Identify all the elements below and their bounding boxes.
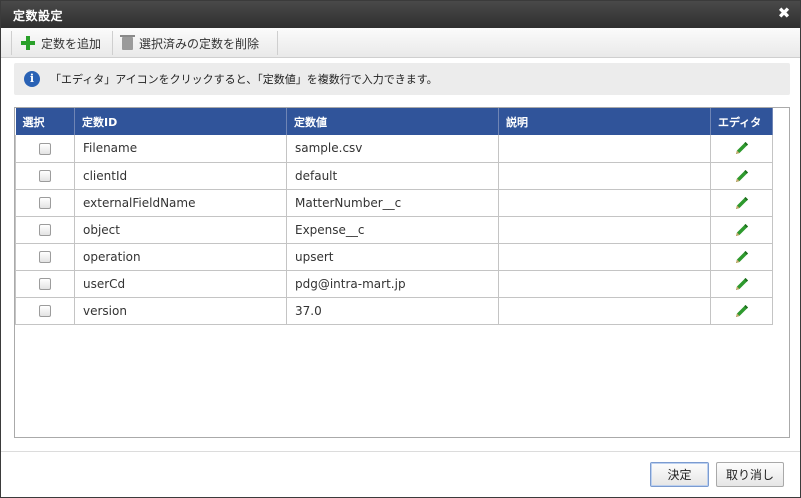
- select-cell: [15, 270, 75, 298]
- table-row[interactable]: externalFieldName MatterNumber__c: [15, 189, 773, 217]
- ok-button[interactable]: 決定: [650, 462, 709, 487]
- row-checkbox[interactable]: [39, 197, 51, 209]
- info-message: i 「エディタ」アイコンをクリックすると、「定数値」を複数行で入力できます。: [14, 63, 790, 95]
- constant-id-cell[interactable]: Filename: [74, 135, 287, 163]
- row-checkbox[interactable]: [39, 305, 51, 317]
- select-cell: [15, 189, 75, 217]
- dialog-title: 定数設定: [13, 9, 64, 23]
- description-cell[interactable]: [498, 270, 711, 298]
- column-header-select[interactable]: 選択: [15, 108, 75, 135]
- constant-id-cell[interactable]: version: [74, 297, 287, 325]
- constants-table: 選択 定数ID 定数値 説明 エディタ Filename sample.csv cl…: [15, 108, 773, 325]
- description-cell[interactable]: [498, 216, 711, 244]
- editor-cell: [710, 297, 773, 325]
- pencil-icon[interactable]: [734, 276, 750, 292]
- constant-value-cell[interactable]: upsert: [286, 243, 499, 271]
- constant-value-cell[interactable]: 37.0: [286, 297, 499, 325]
- constant-id-cell[interactable]: object: [74, 216, 287, 244]
- pencil-icon[interactable]: [734, 195, 750, 211]
- toolbar: 定数を追加 選択済みの定数を削除: [1, 28, 800, 58]
- dialog-titlebar[interactable]: 定数設定 ✖: [1, 1, 800, 28]
- dialog-footer: 決定 取り消し: [1, 451, 800, 497]
- table-header-row: 選択 定数ID 定数値 説明 エディタ: [15, 108, 773, 135]
- editor-cell: [710, 270, 773, 298]
- constant-value-cell[interactable]: Expense__c: [286, 216, 499, 244]
- description-cell[interactable]: [498, 135, 711, 163]
- row-checkbox[interactable]: [39, 142, 51, 155]
- constant-id-cell[interactable]: clientId: [74, 162, 287, 190]
- trash-icon: [120, 34, 135, 50]
- pencil-icon[interactable]: [734, 140, 750, 156]
- table-row[interactable]: Filename sample.csv: [15, 135, 773, 163]
- info-text: 「エディタ」アイコンをクリックすると、「定数値」を複数行で入力できます。: [50, 73, 438, 86]
- editor-cell: [710, 189, 773, 217]
- column-header-description[interactable]: 説明: [498, 108, 711, 135]
- constants-table-container[interactable]: 選択 定数ID 定数値 説明 エディタ Filename sample.csv cl…: [14, 107, 790, 438]
- pencil-icon[interactable]: [734, 249, 750, 265]
- table-row[interactable]: clientId default: [15, 162, 773, 190]
- constant-settings-dialog: 定数設定 ✖ 定数を追加 選択済みの定数を削除 i 「エディタ」アイコンをクリッ…: [0, 0, 801, 498]
- column-header-value[interactable]: 定数値: [286, 108, 499, 135]
- select-cell: [15, 243, 75, 271]
- editor-cell: [710, 243, 773, 271]
- pencil-icon[interactable]: [734, 222, 750, 238]
- description-cell[interactable]: [498, 189, 711, 217]
- editor-cell: [710, 162, 773, 190]
- pencil-icon[interactable]: [734, 303, 750, 319]
- add-constant-label: 定数を追加: [41, 36, 102, 51]
- constant-value-cell[interactable]: sample.csv: [286, 135, 499, 163]
- description-cell[interactable]: [498, 243, 711, 271]
- delete-selected-button[interactable]: 選択済みの定数を削除: [113, 31, 278, 55]
- constant-id-cell[interactable]: operation: [74, 243, 287, 271]
- editor-cell: [710, 135, 773, 163]
- table-row[interactable]: operation upsert: [15, 243, 773, 271]
- delete-selected-label: 選択済みの定数を削除: [139, 36, 260, 51]
- description-cell[interactable]: [498, 162, 711, 190]
- select-cell: [15, 216, 75, 244]
- close-icon[interactable]: ✖: [776, 5, 792, 21]
- cancel-button[interactable]: 取り消し: [716, 462, 784, 487]
- column-header-editor[interactable]: エディタ: [710, 108, 773, 135]
- constant-value-cell[interactable]: default: [286, 162, 499, 190]
- select-cell: [15, 297, 75, 325]
- table-row[interactable]: object Expense__c: [15, 216, 773, 244]
- constant-value-cell[interactable]: pdg@intra-mart.jp: [286, 270, 499, 298]
- row-checkbox[interactable]: [39, 224, 51, 236]
- row-checkbox[interactable]: [39, 251, 51, 263]
- row-checkbox[interactable]: [39, 170, 51, 182]
- constant-value-cell[interactable]: MatterNumber__c: [286, 189, 499, 217]
- add-constant-button[interactable]: 定数を追加: [11, 31, 113, 55]
- plus-icon: [21, 36, 35, 50]
- constant-id-cell[interactable]: userCd: [74, 270, 287, 298]
- select-cell: [15, 135, 75, 163]
- table-row[interactable]: version 37.0: [15, 297, 773, 325]
- select-cell: [15, 162, 75, 190]
- description-cell[interactable]: [498, 297, 711, 325]
- column-header-id[interactable]: 定数ID: [74, 108, 287, 135]
- pencil-icon[interactable]: [734, 168, 750, 184]
- info-icon: i: [24, 71, 40, 87]
- table-row[interactable]: userCd pdg@intra-mart.jp: [15, 270, 773, 298]
- editor-cell: [710, 216, 773, 244]
- constant-id-cell[interactable]: externalFieldName: [74, 189, 287, 217]
- row-checkbox[interactable]: [39, 278, 51, 290]
